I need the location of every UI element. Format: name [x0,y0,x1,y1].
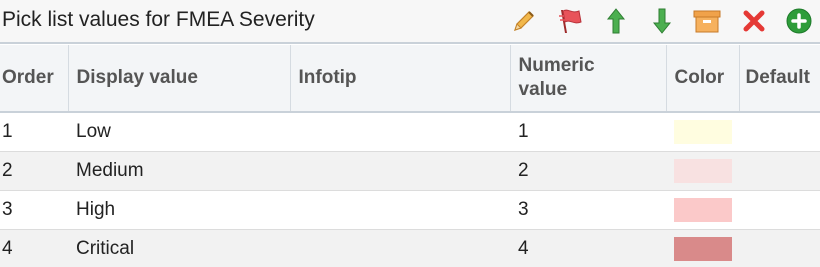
arrow-down-icon [652,8,672,34]
color-swatch [674,158,732,183]
cell-infotip [290,190,510,230]
column-header-color[interactable]: Color [666,45,740,113]
cell-default [739,190,820,230]
cell-display-value: Medium [68,151,290,191]
table-row[interactable]: 4 Critical 4 [0,229,820,267]
cell-color [666,229,739,267]
cell-infotip [290,229,510,267]
archive-icon [693,10,721,33]
cell-numeric-value: 2 [510,151,666,191]
cell-display-value: Critical [68,229,290,267]
color-swatch [674,119,732,144]
flag-icon [559,9,582,33]
cell-order: 1 [0,112,68,152]
numeric-header-line2: value [518,79,568,100]
picklist-table: Order Display value Infotip Numeric valu… [0,45,820,267]
cell-order: 2 [0,151,68,191]
archive-button[interactable] [691,4,723,38]
move-down-button[interactable] [646,4,678,38]
cell-numeric-value: 4 [510,229,666,267]
cell-infotip [290,151,510,191]
delete-button[interactable] [738,4,770,38]
cell-color [666,190,739,230]
cell-display-value: High [68,190,290,230]
cell-default [739,112,820,152]
cell-color [666,112,739,152]
color-swatch [674,197,732,222]
table-row[interactable]: 2 Medium 2 [0,151,820,191]
panel-title: Pick list values for FMEA Severity [2,8,315,31]
arrow-up-icon [606,8,626,34]
table-row[interactable]: 3 High 3 [0,190,820,230]
picklist-panel: Pick list values for FMEA Severity Order… [0,0,820,267]
add-icon [786,8,812,34]
panel-header: Pick list values for FMEA Severity [0,0,820,44]
column-header-order[interactable]: Order [0,45,69,113]
add-button[interactable] [783,4,815,38]
cell-default [739,151,820,191]
cell-color [666,151,739,191]
column-header-numeric-value[interactable]: Numeric value [510,45,667,113]
cell-numeric-value: 1 [510,112,666,152]
cell-infotip [290,112,510,152]
column-header-display-value[interactable]: Display value [68,45,291,113]
color-swatch [674,236,732,261]
column-header-infotip[interactable]: Infotip [290,45,511,113]
move-up-button[interactable] [600,4,632,38]
flag-button[interactable] [554,4,586,38]
table-row[interactable]: 1 Low 1 [0,112,820,152]
column-header-default[interactable]: Default [739,45,820,113]
delete-icon [743,10,765,32]
pencil-icon [514,11,534,31]
cell-display-value: Low [68,112,290,152]
cell-default [739,229,820,267]
numeric-header-line1: Numeric [518,55,595,76]
cell-order: 4 [0,229,68,267]
table-header-row: Order Display value Infotip Numeric valu… [0,45,820,113]
cell-numeric-value: 3 [510,190,666,230]
cell-order: 3 [0,190,68,230]
edit-button[interactable] [508,4,540,38]
